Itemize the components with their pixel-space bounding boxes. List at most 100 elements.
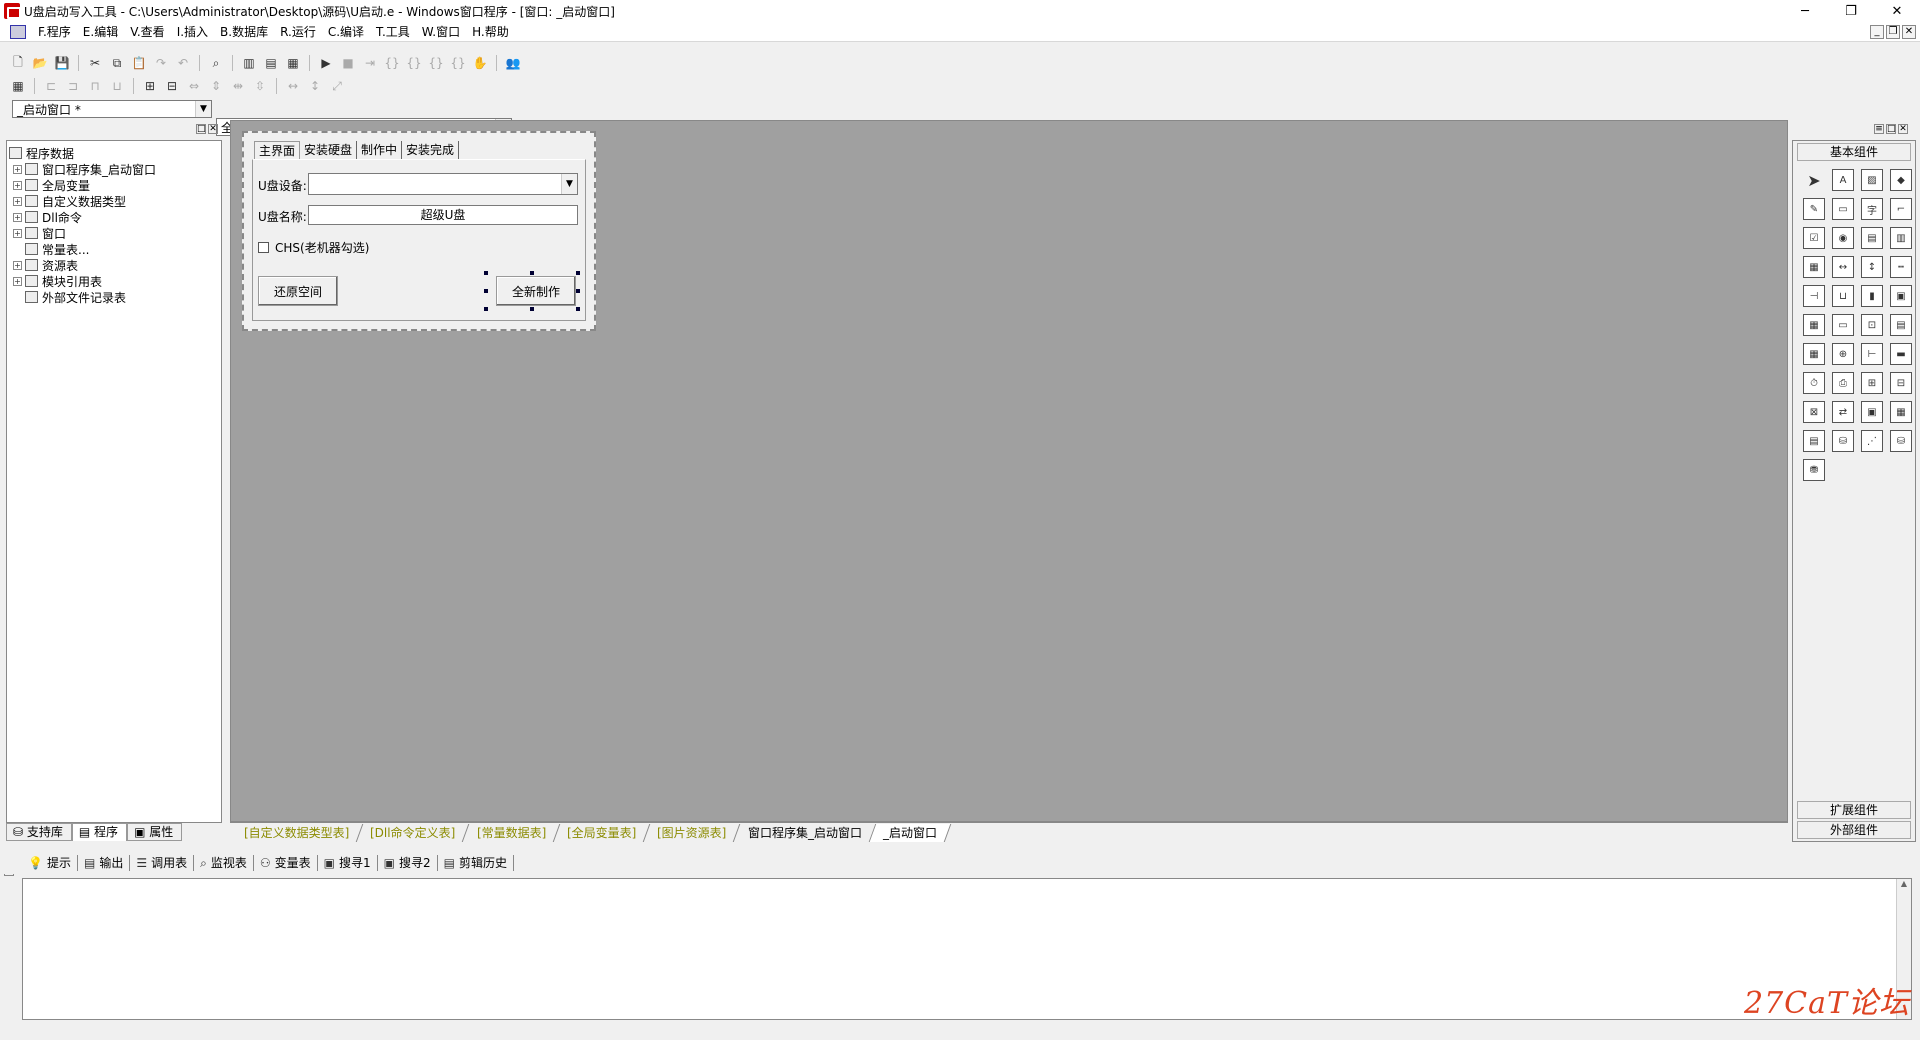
doc-tab-startup-window[interactable]: _启动窗口: [869, 823, 952, 842]
hscroll-tool-icon[interactable]: ↔: [1832, 256, 1854, 278]
selection-handle[interactable]: [530, 271, 534, 275]
tab-program[interactable]: ▤ 程序: [71, 823, 128, 841]
hand-icon[interactable]: ✋: [470, 54, 490, 72]
align-top-icon[interactable]: ⊓: [85, 77, 105, 95]
device-select[interactable]: ▼: [308, 173, 578, 195]
menu-run[interactable]: R.运行: [274, 22, 322, 42]
form-tab-making[interactable]: 制作中: [357, 141, 403, 159]
tab-tool-icon[interactable]: ⊔: [1832, 285, 1854, 307]
shape-tool-icon[interactable]: ◆: [1890, 169, 1912, 191]
basic-components-header[interactable]: 基本组件: [1797, 143, 1911, 161]
form-tab-main[interactable]: 主界面: [254, 141, 301, 159]
mdi-close-button[interactable]: ✕: [1902, 24, 1916, 39]
odbc-tool-icon[interactable]: ⛁: [1890, 430, 1912, 452]
progress-tool-icon[interactable]: ▮: [1861, 285, 1883, 307]
line-tool-icon[interactable]: ⌐: [1890, 198, 1912, 220]
save-icon[interactable]: 💾: [52, 54, 72, 72]
doc-tab-data-types[interactable]: [自定义数据类型表]: [230, 823, 364, 842]
radio-tool-icon[interactable]: ◉: [1832, 227, 1854, 249]
restore-space-button[interactable]: 还原空间: [258, 276, 338, 306]
stop-icon[interactable]: ■: [338, 54, 358, 72]
menu-insert[interactable]: I.插入: [171, 22, 214, 42]
close-button[interactable]: ✕: [1874, 0, 1920, 22]
doc-tab-image-resources[interactable]: [图片资源表]: [644, 823, 742, 842]
doc-tab-constants[interactable]: [常量数据表]: [463, 823, 561, 842]
button-tool-icon[interactable]: ▭: [1832, 314, 1854, 336]
label-tool-icon[interactable]: A: [1832, 169, 1854, 191]
paste-icon[interactable]: 📋: [129, 54, 149, 72]
tree-tool-icon[interactable]: ⊢: [1861, 343, 1883, 365]
tree-item[interactable]: 外部文件记录表: [9, 289, 219, 305]
pin-icon[interactable]: □: [196, 124, 206, 134]
external-components-header[interactable]: 外部组件: [1797, 821, 1911, 839]
step-icon[interactable]: ⇥: [360, 54, 380, 72]
odbc-database-tool-icon[interactable]: ⛃: [1803, 459, 1825, 481]
selection-handle[interactable]: [576, 307, 580, 311]
slider-tool-icon[interactable]: ⊣: [1803, 285, 1825, 307]
calendar-tool-icon[interactable]: ▦: [1803, 314, 1825, 336]
timer-tool-icon[interactable]: ⏱: [1803, 372, 1825, 394]
tree-item[interactable]: 程序数据: [9, 145, 219, 161]
table-tool-icon[interactable]: ▦: [1803, 256, 1825, 278]
out-tab-search2[interactable]: ▣ 搜寻2: [378, 855, 438, 871]
size-width-icon[interactable]: ↔: [283, 77, 303, 95]
tree-item[interactable]: + 全局变量: [9, 177, 219, 193]
list-tool-icon[interactable]: ▤: [1861, 227, 1883, 249]
tree-item[interactable]: + 窗口: [9, 225, 219, 241]
expand-icon[interactable]: +: [13, 164, 22, 174]
menu-compile[interactable]: C.编译: [322, 22, 370, 42]
expand-icon[interactable]: +: [13, 212, 22, 222]
text-tool-icon[interactable]: 字: [1861, 198, 1883, 220]
tree-item[interactable]: + 自定义数据类型: [9, 193, 219, 209]
tree-item[interactable]: + 资源表: [9, 257, 219, 273]
expand-icon[interactable]: +: [13, 260, 22, 270]
redo-icon[interactable]: ↷: [151, 54, 171, 72]
expand-icon[interactable]: +: [13, 180, 22, 190]
grid-icon[interactable]: ▦: [8, 77, 28, 95]
search-people-icon[interactable]: 👥: [503, 54, 523, 72]
status-bar-tool-icon[interactable]: ▬: [1890, 343, 1912, 365]
checkbox-tool-icon[interactable]: ☑: [1803, 227, 1825, 249]
selection-handle[interactable]: [530, 307, 534, 311]
client-tool-icon[interactable]: ⊞: [1861, 372, 1883, 394]
doc-tab-dll-commands[interactable]: [Dll命令定义表]: [357, 823, 470, 842]
selection-handle[interactable]: [576, 289, 580, 293]
port-tool-icon[interactable]: ⊠: [1803, 401, 1825, 423]
selection-handle[interactable]: [484, 307, 488, 311]
window-selector[interactable]: _启动窗口 * ▼: [12, 100, 212, 118]
mdi-minimize-button[interactable]: _: [1870, 24, 1884, 39]
run-icon[interactable]: ▶: [316, 54, 336, 72]
chevron-down-icon[interactable]: ▼: [195, 101, 211, 117]
same-width-icon[interactable]: ⇔: [184, 77, 204, 95]
db-table-tool-icon[interactable]: ▤: [1803, 430, 1825, 452]
ime-tool-icon[interactable]: ⊡: [1861, 314, 1883, 336]
menu-database[interactable]: B.数据库: [214, 22, 274, 42]
step-into-icon[interactable]: {}: [382, 54, 402, 72]
align-right-icon[interactable]: ⊐: [63, 77, 83, 95]
menu-tools[interactable]: T.工具: [370, 22, 416, 42]
tree-item[interactable]: 常量表...: [9, 241, 219, 257]
step-over-icon[interactable]: {}: [404, 54, 424, 72]
printer-tool-icon[interactable]: ⎙: [1832, 372, 1854, 394]
selection-handle[interactable]: [576, 271, 580, 275]
close-icon[interactable]: ✕: [208, 124, 218, 134]
document-tool-icon[interactable]: ▤: [1890, 314, 1912, 336]
ruler-tool-icon[interactable]: ┅: [1890, 256, 1912, 278]
close-icon[interactable]: ✕: [1898, 124, 1908, 134]
startup-window-form[interactable]: 主界面 安装硬盘 制作中 安装完成 U盘设备: ▼ U盘名称: 超级U盘 CHS…: [242, 131, 596, 331]
out-tab-output[interactable]: ▤ 输出: [78, 855, 131, 871]
doc-tab-window-module[interactable]: 窗口程序集_启动窗口: [734, 823, 877, 842]
chs-checkbox[interactable]: [258, 242, 269, 253]
find-icon[interactable]: ⌕: [206, 54, 226, 72]
selection-handle[interactable]: [484, 271, 488, 275]
tree-item[interactable]: + Dll命令: [9, 209, 219, 225]
layout-right-icon[interactable]: ▦: [283, 54, 303, 72]
doc-tab-global-variables[interactable]: [全局变量表]: [553, 823, 651, 842]
space-h-icon[interactable]: ⇹: [228, 77, 248, 95]
out-tab-hint[interactable]: 💡 提示: [22, 855, 78, 871]
frame-tool-icon[interactable]: ▭: [1832, 198, 1854, 220]
layout-bottom-icon[interactable]: ▤: [261, 54, 281, 72]
network-tool-icon[interactable]: ⊕: [1832, 343, 1854, 365]
out-tab-variables[interactable]: ⚇ 变量表: [254, 855, 318, 871]
dde-tool-icon[interactable]: ⇄: [1832, 401, 1854, 423]
